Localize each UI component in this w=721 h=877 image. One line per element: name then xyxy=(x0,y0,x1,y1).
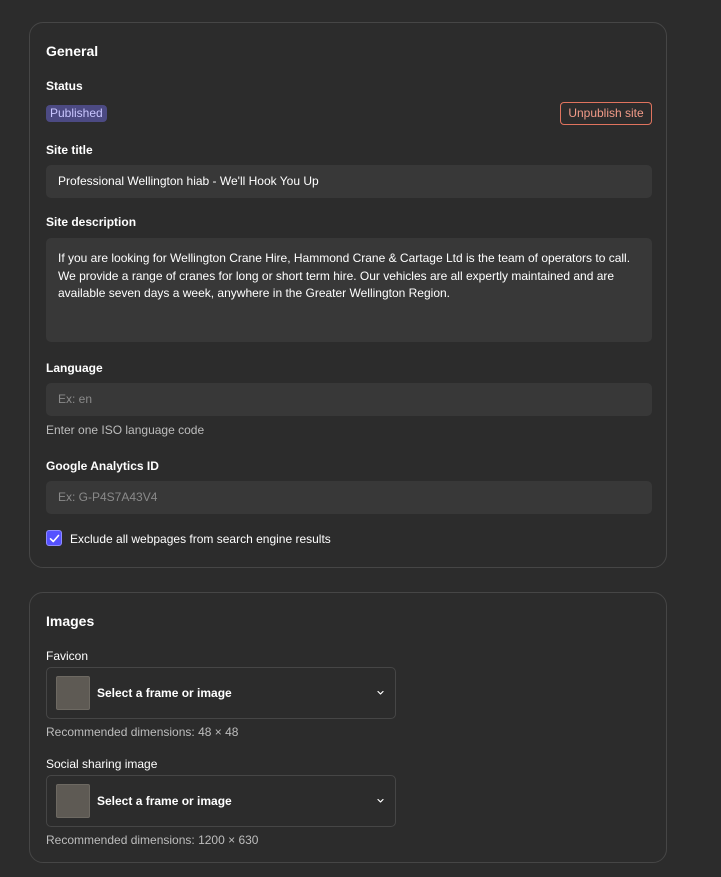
exclude-search-checkbox[interactable] xyxy=(46,530,62,546)
social-image-helper-text: Recommended dimensions: 1200 × 630 xyxy=(46,833,259,847)
images-section-title: Images xyxy=(46,613,95,629)
favicon-helper-text: Recommended dimensions: 48 × 48 xyxy=(46,725,239,739)
favicon-thumbnail xyxy=(56,676,90,710)
chevron-down-icon xyxy=(377,690,384,695)
favicon-label: Favicon xyxy=(46,649,89,663)
site-description-textarea[interactable]: If you are looking for Wellington Crane … xyxy=(46,238,652,342)
analytics-id-label: Google Analytics ID xyxy=(46,459,159,473)
unpublish-site-button[interactable]: Unpublish site xyxy=(560,102,652,125)
social-image-picker[interactable]: Select a frame or image xyxy=(46,775,396,827)
checkmark-icon xyxy=(49,534,60,543)
general-settings-card: General Status Published Unpublish site … xyxy=(29,22,667,568)
social-image-thumbnail xyxy=(56,784,90,818)
social-image-label: Social sharing image xyxy=(46,757,158,771)
site-title-label: Site title xyxy=(46,143,93,157)
images-settings-card: Images Favicon Select a frame or image R… xyxy=(29,592,667,863)
social-image-picker-label: Select a frame or image xyxy=(97,794,232,808)
chevron-down-icon xyxy=(377,798,384,803)
general-section-title: General xyxy=(46,43,99,59)
favicon-picker-label: Select a frame or image xyxy=(97,686,232,700)
status-badge: Published xyxy=(46,105,107,122)
site-title-input[interactable]: Professional Wellington hiab - We'll Hoo… xyxy=(46,165,652,198)
status-label: Status xyxy=(46,79,83,93)
language-helper-text: Enter one ISO language code xyxy=(46,423,205,437)
exclude-search-label[interactable]: Exclude all webpages from search engine … xyxy=(70,532,331,546)
favicon-picker[interactable]: Select a frame or image xyxy=(46,667,396,719)
language-label: Language xyxy=(46,361,103,375)
analytics-id-input[interactable]: Ex: G-P4S7A43V4 xyxy=(46,481,652,514)
site-description-label: Site description xyxy=(46,215,137,229)
language-input[interactable]: Ex: en xyxy=(46,383,652,416)
